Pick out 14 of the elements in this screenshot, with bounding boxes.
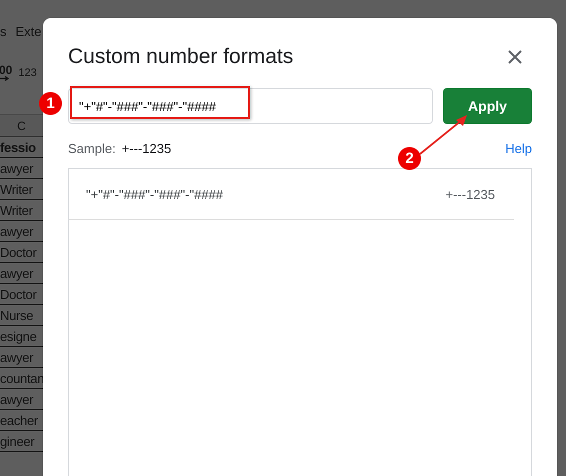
menu-item[interactable]: Exte: [16, 24, 42, 38]
column-header[interactable]: C: [0, 115, 43, 137]
menu-item[interactable]: s: [0, 24, 6, 38]
format-sample: +---1235: [446, 186, 495, 202]
number-format-button[interactable]: 123: [18, 67, 37, 79]
arrow: [419, 115, 467, 155]
sample-label: Sample:: [68, 140, 116, 156]
arrow-icon: [0, 76, 9, 81]
apply-button[interactable]: Apply: [443, 88, 532, 124]
help-link[interactable]: Help: [505, 140, 532, 156]
format-pattern[interactable]: "+"#"-"###"-"###"-"####: [86, 186, 224, 202]
dialog-title: Custom number formats: [68, 45, 294, 69]
sample-value: +---1235: [122, 140, 172, 156]
format-input-field[interactable]: "+"#"-"###"-"###"-"####: [68, 88, 433, 124]
